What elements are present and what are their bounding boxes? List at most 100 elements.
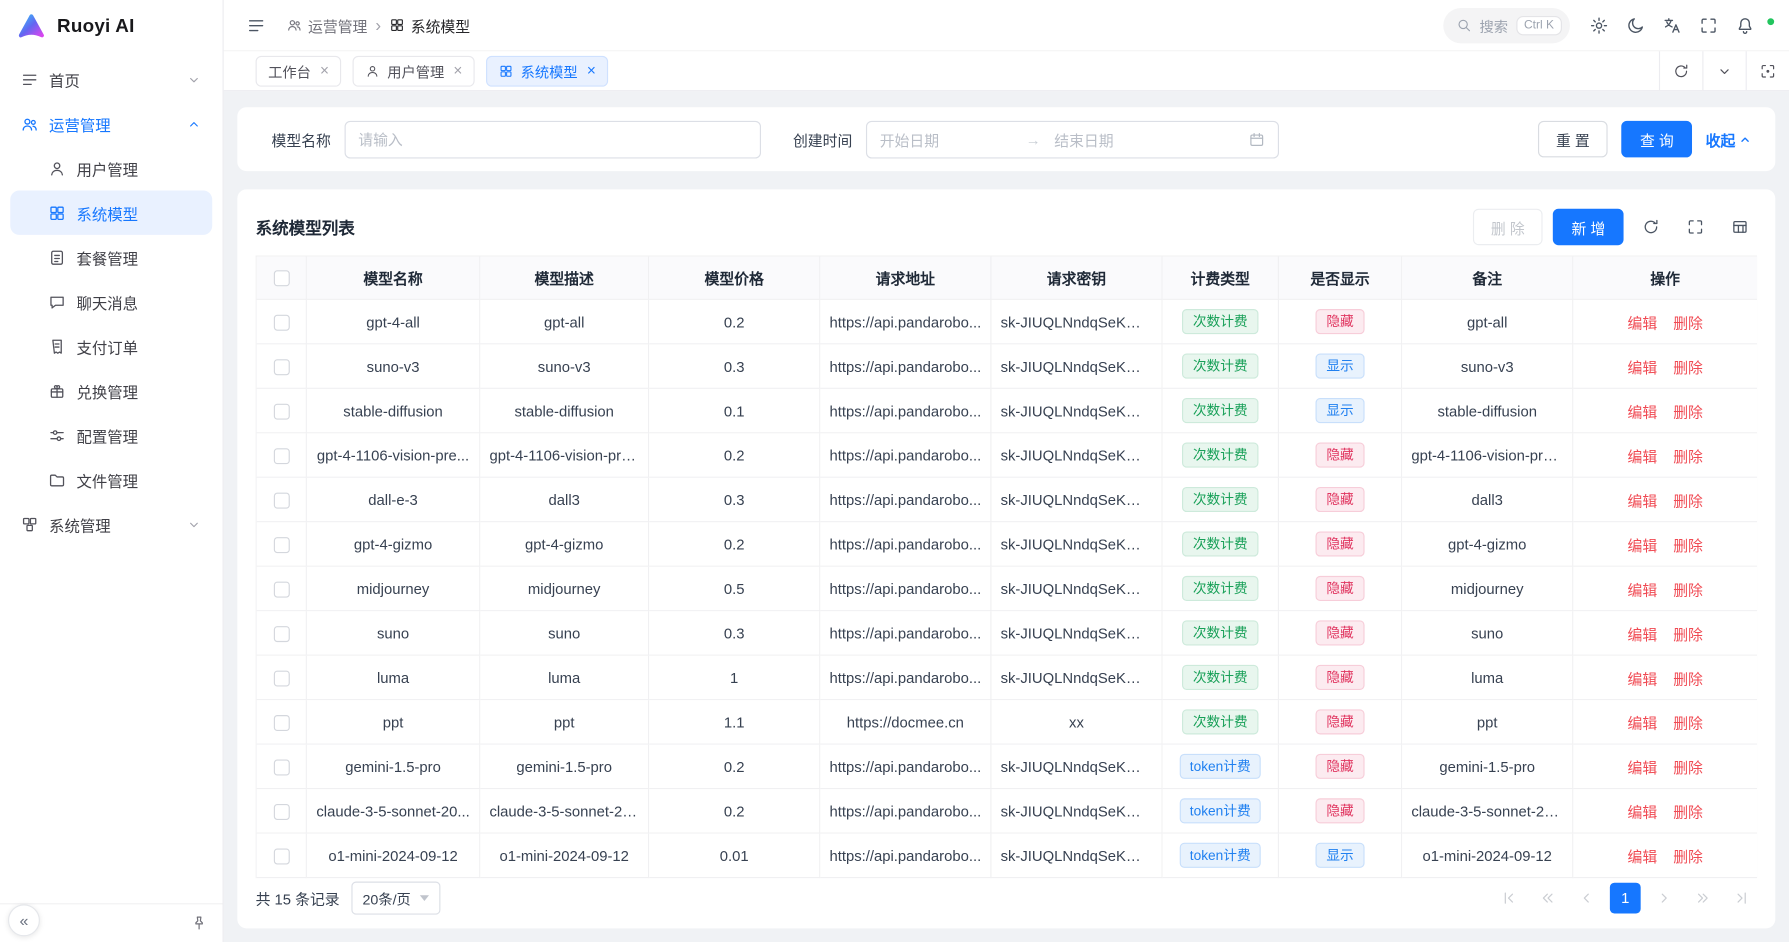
content-fullscreen-button[interactable] bbox=[1746, 51, 1789, 90]
sidebar-item-chat-messages[interactable]: 聊天消息 bbox=[10, 279, 212, 323]
reset-button[interactable]: 重 置 bbox=[1538, 121, 1608, 157]
edit-link[interactable]: 编辑 bbox=[1628, 359, 1658, 376]
row-checkbox[interactable] bbox=[273, 804, 289, 820]
page-size-select[interactable]: 20条/页 bbox=[351, 881, 440, 914]
row-checkbox[interactable] bbox=[273, 537, 289, 553]
add-button[interactable]: 新 增 bbox=[1553, 209, 1623, 245]
pin-icon[interactable] bbox=[191, 915, 208, 932]
sidebar-toggle-button[interactable] bbox=[238, 8, 272, 42]
edit-link[interactable]: 编辑 bbox=[1628, 314, 1658, 331]
batch-delete-button[interactable]: 删 除 bbox=[1473, 209, 1543, 245]
tab-system-model[interactable]: 系统模型 × bbox=[486, 55, 608, 86]
row-checkbox[interactable] bbox=[273, 715, 289, 731]
row-checkbox[interactable] bbox=[273, 581, 289, 597]
row-checkbox[interactable] bbox=[273, 626, 289, 642]
fullscreen-button[interactable] bbox=[1691, 8, 1725, 42]
settings-button[interactable] bbox=[1581, 8, 1615, 42]
table-row: gemini-1.5-pro gemini-1.5-pro 0.2 https:… bbox=[257, 745, 1757, 789]
pagination-last-button[interactable] bbox=[1726, 882, 1757, 913]
delete-link[interactable]: 删除 bbox=[1673, 537, 1703, 554]
delete-link[interactable]: 删除 bbox=[1673, 803, 1703, 820]
col-billing-type: 计费类型 bbox=[1163, 257, 1279, 300]
logo[interactable]: Ruoyi AI bbox=[0, 0, 222, 52]
edit-link[interactable]: 编辑 bbox=[1628, 670, 1658, 687]
collapse-filters-link[interactable]: 收起 bbox=[1706, 128, 1753, 150]
sidebar-item-redeem-management[interactable]: 兑换管理 bbox=[10, 368, 212, 412]
sidebar-item-package-management[interactable]: 套餐管理 bbox=[10, 235, 212, 279]
sidebar-item-user-management[interactable]: 用户管理 bbox=[10, 146, 212, 190]
delete-link[interactable]: 删除 bbox=[1673, 403, 1703, 420]
tab-options-button[interactable] bbox=[1702, 51, 1745, 90]
notifications-button[interactable] bbox=[1727, 8, 1761, 42]
sidebar-item-operations[interactable]: 运营管理 bbox=[10, 101, 212, 145]
row-checkbox[interactable] bbox=[273, 403, 289, 419]
edit-link[interactable]: 编辑 bbox=[1628, 626, 1658, 643]
row-checkbox[interactable] bbox=[273, 759, 289, 775]
delete-link[interactable]: 删除 bbox=[1673, 448, 1703, 465]
date-range-picker[interactable]: 开始日期 → 结束日期 bbox=[866, 120, 1279, 158]
row-select-cell bbox=[257, 522, 307, 566]
row-select-cell bbox=[257, 789, 307, 833]
cell-billing-type: token计费 bbox=[1163, 834, 1279, 878]
table-fullscreen-button[interactable] bbox=[1678, 210, 1712, 244]
column-settings-button[interactable] bbox=[1723, 210, 1757, 244]
dark-mode-button[interactable] bbox=[1618, 8, 1652, 42]
cell-model-name: ppt bbox=[307, 700, 480, 744]
delete-link[interactable]: 删除 bbox=[1673, 581, 1703, 598]
edit-link[interactable]: 编辑 bbox=[1628, 403, 1658, 420]
pagination-page-1[interactable]: 1 bbox=[1610, 882, 1641, 913]
row-checkbox[interactable] bbox=[273, 448, 289, 464]
delete-link[interactable]: 删除 bbox=[1673, 314, 1703, 331]
close-icon[interactable]: × bbox=[453, 63, 462, 78]
pagination-next-button[interactable] bbox=[1649, 882, 1680, 913]
edit-link[interactable]: 编辑 bbox=[1628, 714, 1658, 731]
pagination-prev-button[interactable] bbox=[1571, 882, 1602, 913]
sidebar-item-payment-orders[interactable]: 支付订单 bbox=[10, 324, 212, 368]
user-icon bbox=[48, 159, 66, 177]
select-all-checkbox[interactable] bbox=[273, 271, 289, 287]
edit-link[interactable]: 编辑 bbox=[1628, 759, 1658, 776]
pagination-prev5-button[interactable] bbox=[1532, 882, 1563, 913]
row-checkbox[interactable] bbox=[273, 492, 289, 508]
tab-user-management[interactable]: 用户管理 × bbox=[353, 55, 475, 86]
double-chevron-right-icon bbox=[1694, 889, 1711, 906]
query-button[interactable]: 查 询 bbox=[1622, 121, 1692, 157]
row-checkbox[interactable] bbox=[273, 315, 289, 331]
sidebar-item-file-management[interactable]: 文件管理 bbox=[10, 457, 212, 501]
edit-link[interactable]: 编辑 bbox=[1628, 537, 1658, 554]
sidebar-item-system-model[interactable]: 系统模型 bbox=[10, 190, 212, 234]
delete-link[interactable]: 删除 bbox=[1673, 492, 1703, 509]
edit-link[interactable]: 编辑 bbox=[1628, 848, 1658, 865]
delete-link[interactable]: 删除 bbox=[1673, 848, 1703, 865]
row-checkbox[interactable] bbox=[273, 359, 289, 375]
edit-link[interactable]: 编辑 bbox=[1628, 581, 1658, 598]
edit-link[interactable]: 编辑 bbox=[1628, 803, 1658, 820]
breadcrumb-system-model[interactable]: 系统模型 bbox=[389, 14, 470, 36]
edit-link[interactable]: 编辑 bbox=[1628, 492, 1658, 509]
global-search[interactable]: 搜索 Ctrl K bbox=[1443, 7, 1570, 42]
delete-link[interactable]: 删除 bbox=[1673, 714, 1703, 731]
delete-link[interactable]: 删除 bbox=[1673, 759, 1703, 776]
sidebar-collapse-button[interactable]: « bbox=[8, 904, 40, 936]
sidebar-item-config-management[interactable]: 配置管理 bbox=[10, 413, 212, 457]
pagination-next5-button[interactable] bbox=[1687, 882, 1718, 913]
refresh-page-button[interactable] bbox=[1659, 51, 1702, 90]
pagination-first-button[interactable] bbox=[1493, 882, 1524, 913]
cell-model-price: 1.1 bbox=[649, 700, 820, 744]
row-checkbox[interactable] bbox=[273, 848, 289, 864]
model-name-input[interactable] bbox=[358, 131, 747, 148]
breadcrumb-operations[interactable]: 运营管理 bbox=[286, 14, 367, 36]
language-button[interactable] bbox=[1654, 8, 1688, 42]
row-checkbox[interactable] bbox=[273, 670, 289, 686]
sidebar-item-home[interactable]: 首页 bbox=[10, 57, 212, 101]
delete-link[interactable]: 删除 bbox=[1673, 626, 1703, 643]
sidebar-item-system-management[interactable]: 系统管理 bbox=[10, 502, 212, 546]
delete-link[interactable]: 删除 bbox=[1673, 670, 1703, 687]
reload-table-button[interactable] bbox=[1634, 210, 1668, 244]
cell-model-name: luma bbox=[307, 656, 480, 700]
delete-link[interactable]: 删除 bbox=[1673, 359, 1703, 376]
tab-workbench[interactable]: 工作台 × bbox=[256, 55, 342, 86]
close-icon[interactable]: × bbox=[320, 63, 329, 78]
edit-link[interactable]: 编辑 bbox=[1628, 448, 1658, 465]
close-icon[interactable]: × bbox=[587, 63, 596, 78]
